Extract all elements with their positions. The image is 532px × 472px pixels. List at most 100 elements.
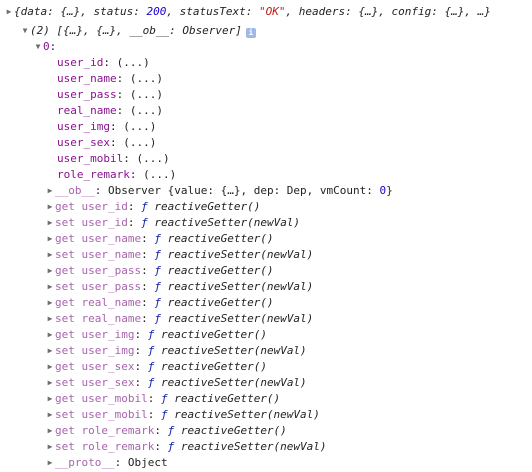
response-summary: {data: {…}, status: 200, statusText: "OK… <box>14 5 491 18</box>
expand-triangle-icon[interactable]: ▶ <box>45 439 55 455</box>
observer-row[interactable]: ▶ __ob__: Observer {value: {…}, dep: Dep,… <box>45 183 393 199</box>
field-key: user_mobil <box>57 152 124 165</box>
function-icon: ƒ <box>160 408 168 421</box>
expand-triangle-icon[interactable]: ▶ <box>45 263 55 279</box>
expand-triangle-icon[interactable]: ▶ <box>45 455 55 471</box>
observer-suffix: } <box>386 184 393 197</box>
field-key: real_name <box>57 104 117 117</box>
field-row[interactable]: user_mobil: (...) <box>57 151 170 167</box>
expand-triangle-icon[interactable]: ▶ <box>45 231 55 247</box>
proto-value: Object <box>127 456 168 469</box>
collapse-triangle-icon[interactable]: ▼ <box>20 23 30 39</box>
field-row[interactable]: real_name: (...) <box>57 103 163 119</box>
accessor-label: set user_sex <box>55 376 135 389</box>
field-value[interactable]: (...) <box>130 88 163 101</box>
array-row[interactable]: ▼ (2) [{…}, {…}, __ob__: Observer] i <box>20 23 256 39</box>
function-icon: ƒ <box>167 424 175 437</box>
function-icon: ƒ <box>147 344 155 357</box>
expand-triangle-icon[interactable]: ▶ <box>45 423 55 439</box>
field-value[interactable]: (...) <box>136 152 169 165</box>
field-key: user_id <box>57 56 104 69</box>
accessor-label: get user_sex <box>55 360 135 373</box>
accessor-row[interactable]: ▶ set user_sex: ƒ reactiveSetter(newVal) <box>45 375 307 391</box>
expand-triangle-icon[interactable]: ▶ <box>45 327 55 343</box>
expand-triangle-icon[interactable]: ▶ <box>45 375 55 391</box>
expand-triangle-icon[interactable]: ▶ <box>45 199 55 215</box>
field-key: role_remark <box>57 168 130 181</box>
accessor-label: get role_remark <box>55 424 155 437</box>
accessor-label: get user_pass <box>55 264 142 277</box>
accessor-label: set user_img <box>55 344 135 357</box>
accessor-row[interactable]: ▶ get user_id: ƒ reactiveGetter() <box>45 199 261 215</box>
field-row[interactable]: user_sex: (...) <box>57 135 156 151</box>
accessor-label: get user_mobil <box>55 392 148 405</box>
accessor-label: set user_id <box>55 216 128 229</box>
field-value[interactable]: (...) <box>130 104 163 117</box>
index-row[interactable]: ▼ 0: <box>33 39 57 55</box>
response-object-row[interactable]: ▶ {data: {…}, status: 200, statusText: "O… <box>4 4 491 20</box>
accessor-label: get user_id <box>55 200 128 213</box>
accessor-function: reactiveGetter() <box>167 296 274 309</box>
field-row[interactable]: user_img: (...) <box>57 119 156 135</box>
field-row[interactable]: role_remark: (...) <box>57 167 176 183</box>
accessor-function: reactiveGetter() <box>154 200 261 213</box>
function-icon: ƒ <box>154 232 161 245</box>
accessor-function: reactiveSetter(newVal) <box>160 344 307 357</box>
function-icon: ƒ <box>160 392 168 405</box>
accessor-label: get real_name <box>55 296 142 309</box>
field-value[interactable]: (...) <box>143 168 176 181</box>
accessor-row[interactable]: ▶ set user_name: ƒ reactiveSetter(newVal) <box>45 247 314 263</box>
expand-triangle-icon[interactable]: ▶ <box>4 4 14 20</box>
field-value[interactable]: (...) <box>123 136 156 149</box>
array-summary: (2) [{…}, {…}, __ob__: Observer] <box>30 24 242 37</box>
accessor-row[interactable]: ▶ get user_img: ƒ reactiveGetter() <box>45 327 267 343</box>
accessor-row[interactable]: ▶ set user_mobil: ƒ reactiveSetter(newVal… <box>45 407 320 423</box>
expand-triangle-icon[interactable]: ▶ <box>45 279 55 295</box>
field-key: user_name <box>57 72 117 85</box>
accessor-function: reactiveSetter(newVal) <box>167 280 314 293</box>
accessor-row[interactable]: ▶ set user_pass: ƒ reactiveSetter(newVal) <box>45 279 314 295</box>
function-icon: ƒ <box>141 200 148 213</box>
field-row[interactable]: user_name: (...) <box>57 71 163 87</box>
expand-triangle-icon[interactable]: ▶ <box>45 183 55 199</box>
field-value[interactable]: (...) <box>117 56 150 69</box>
field-row[interactable]: user_id: (...) <box>57 55 150 71</box>
info-icon[interactable]: i <box>245 28 256 38</box>
expand-triangle-icon[interactable]: ▶ <box>45 215 55 231</box>
accessor-row[interactable]: ▶ get role_remark: ƒ reactiveGetter() <box>45 423 287 439</box>
accessor-row[interactable]: ▶ get real_name: ƒ reactiveGetter() <box>45 295 274 311</box>
expand-triangle-icon[interactable]: ▶ <box>45 295 55 311</box>
accessor-function: reactiveSetter(newVal) <box>154 216 301 229</box>
expand-triangle-icon[interactable]: ▶ <box>45 359 55 375</box>
accessor-row[interactable]: ▶ set user_img: ƒ reactiveSetter(newVal) <box>45 343 307 359</box>
accessor-function: reactiveGetter() <box>174 392 281 405</box>
function-icon: ƒ <box>147 360 155 373</box>
accessor-row[interactable]: ▶ get user_mobil: ƒ reactiveGetter() <box>45 391 281 407</box>
accessor-label: set role_remark <box>55 440 155 453</box>
accessor-row[interactable]: ▶ set real_name: ƒ reactiveSetter(newVal) <box>45 311 314 327</box>
accessor-row[interactable]: ▶ set user_id: ƒ reactiveSetter(newVal) <box>45 215 300 231</box>
accessor-function: reactiveSetter(newVal) <box>167 248 314 261</box>
accessor-function: reactiveSetter(newVal) <box>180 440 327 453</box>
proto-row[interactable]: ▶ __proto__: Object <box>45 455 168 471</box>
accessor-function: reactiveGetter() <box>160 360 267 373</box>
function-icon: ƒ <box>154 248 161 261</box>
index-label: 0 <box>43 40 50 53</box>
field-row[interactable]: user_pass: (...) <box>57 87 163 103</box>
expand-triangle-icon[interactable]: ▶ <box>45 247 55 263</box>
expand-triangle-icon[interactable]: ▶ <box>45 407 55 423</box>
expand-triangle-icon[interactable]: ▶ <box>45 343 55 359</box>
accessor-row[interactable]: ▶ get user_pass: ƒ reactiveGetter() <box>45 263 274 279</box>
accessor-label: get user_img <box>55 328 135 341</box>
accessor-row[interactable]: ▶ get user_name: ƒ reactiveGetter() <box>45 231 274 247</box>
accessor-row[interactable]: ▶ get user_sex: ƒ reactiveGetter() <box>45 359 267 375</box>
field-value[interactable]: (...) <box>130 72 163 85</box>
expand-triangle-icon[interactable]: ▶ <box>45 311 55 327</box>
accessor-row[interactable]: ▶ set role_remark: ƒ reactiveSetter(newVa… <box>45 439 327 455</box>
accessor-function: reactiveSetter(newVal) <box>167 312 314 325</box>
function-icon: ƒ <box>154 280 161 293</box>
collapse-triangle-icon[interactable]: ▼ <box>33 39 43 55</box>
field-value[interactable]: (...) <box>123 120 156 133</box>
expand-triangle-icon[interactable]: ▶ <box>45 391 55 407</box>
accessor-function: reactiveSetter(newVal) <box>174 408 320 421</box>
